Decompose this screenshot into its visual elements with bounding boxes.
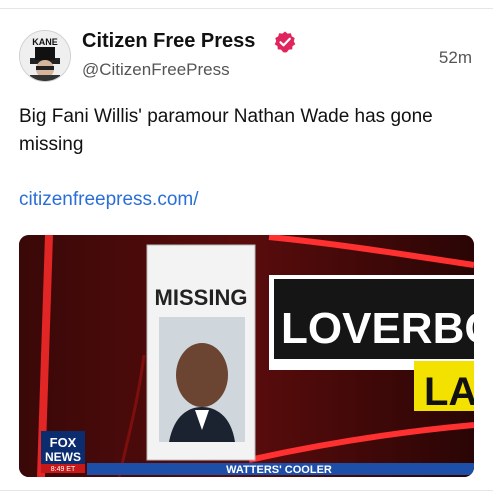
avatar-image: KANE [20,31,70,81]
user-handle[interactable]: @CitizenFreePress [82,60,230,80]
missing-label: MISSING [155,285,248,310]
avatar[interactable]: KANE [19,30,71,82]
post-link[interactable]: citizenfreepress.com/ [19,189,199,211]
top-divider [0,8,493,9]
verified-badge-icon [274,31,296,53]
network-logo-line2: NEWS [45,450,81,464]
network-logo-line1: FOX [50,435,77,450]
display-name[interactable]: Citizen Free Press [82,30,255,53]
news-broadcast-image: MISSING LOVERBO LA FOX NEWS 8:49 ET WATT… [19,235,474,477]
post-text: Big Fani Willis' paramour Nathan Wade ha… [19,106,433,155]
banner-text: LOVERBO [281,304,474,353]
ticker-text: WATTERS' COOLER [226,464,332,476]
post-media-image[interactable]: MISSING LOVERBO LA FOX NEWS 8:49 ET WATT… [19,235,474,477]
post-timestamp[interactable]: 52m [439,48,472,68]
network-time: 8:49 ET [51,466,76,473]
avatar-label: KANE [32,37,58,47]
banner-sub-text: LA [424,370,474,414]
bottom-divider [0,490,493,491]
